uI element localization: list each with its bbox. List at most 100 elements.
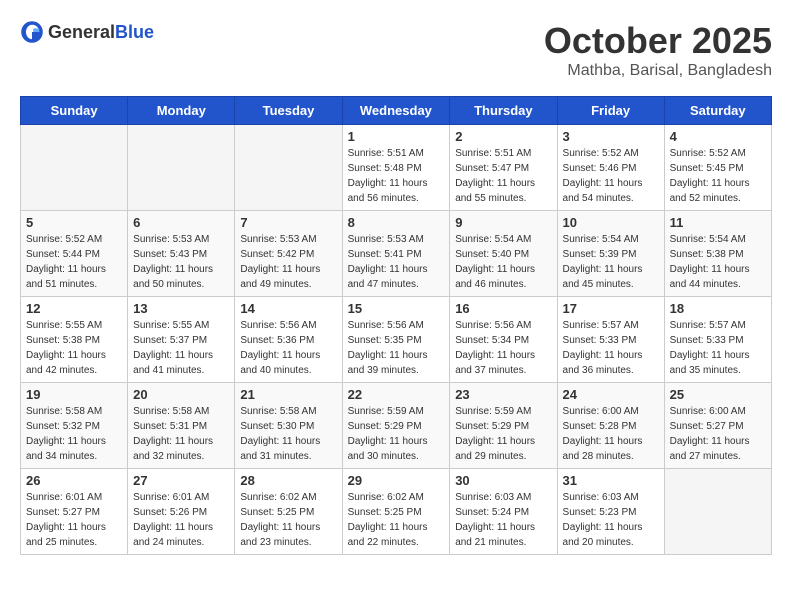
day-info: Sunrise: 5:58 AM Sunset: 5:30 PM Dayligh… [240, 404, 336, 464]
logo-icon [20, 20, 44, 44]
day-number: 7 [240, 215, 336, 230]
calendar-cell: 27 Sunrise: 6:01 AM Sunset: 5:26 PM Dayli… [128, 469, 235, 555]
day-number: 18 [670, 301, 766, 316]
calendar-cell: 5 Sunrise: 5:52 AM Sunset: 5:44 PM Daylig… [21, 211, 128, 297]
day-number: 19 [26, 387, 122, 402]
calendar-week-row: 1Sunrise: 5:51 AM Sunset: 5:48 PM Daylig… [21, 125, 772, 211]
day-info: Sunrise: 5:53 AM Sunset: 5:43 PM Dayligh… [133, 232, 229, 292]
calendar-cell: 20 Sunrise: 5:58 AM Sunset: 5:31 PM Dayli… [128, 383, 235, 469]
calendar-day-header: Tuesday [235, 97, 342, 125]
calendar-cell: 26 Sunrise: 6:01 AM Sunset: 5:27 PM Dayli… [21, 469, 128, 555]
calendar-table: SundayMondayTuesdayWednesdayThursdayFrid… [20, 96, 772, 555]
day-number: 28 [240, 473, 336, 488]
day-number: 3 [563, 129, 659, 144]
calendar-cell: 23 Sunrise: 5:59 AM Sunset: 5:29 PM Dayli… [450, 383, 557, 469]
day-info: Sunrise: 5:53 AM Sunset: 5:42 PM Dayligh… [240, 232, 336, 292]
calendar-cell: 19 Sunrise: 5:58 AM Sunset: 5:32 PM Dayli… [21, 383, 128, 469]
day-number: 22 [348, 387, 445, 402]
day-number: 26 [26, 473, 122, 488]
calendar-header-row: SundayMondayTuesdayWednesdayThursdayFrid… [21, 97, 772, 125]
day-info: Sunrise: 5:52 AM Sunset: 5:44 PM Dayligh… [26, 232, 122, 292]
location-subtitle: Mathba, Barisal, Bangladesh [544, 62, 772, 80]
calendar-cell: 16Sunrise: 5:56 AM Sunset: 5:34 PM Dayli… [450, 297, 557, 383]
day-number: 11 [670, 215, 766, 230]
calendar-cell: 13 Sunrise: 5:55 AM Sunset: 5:37 PM Dayli… [128, 297, 235, 383]
calendar-day-header: Saturday [664, 97, 771, 125]
logo: GeneralBlue [20, 20, 154, 44]
day-info: Sunrise: 6:03 AM Sunset: 5:23 PM Dayligh… [563, 490, 659, 550]
day-number: 21 [240, 387, 336, 402]
calendar-cell: 30 Sunrise: 6:03 AM Sunset: 5:24 PM Dayli… [450, 469, 557, 555]
calendar-cell: 31Sunrise: 6:03 AM Sunset: 5:23 PM Dayli… [557, 469, 664, 555]
day-info: Sunrise: 6:00 AM Sunset: 5:27 PM Dayligh… [670, 404, 766, 464]
calendar-day-header: Thursday [450, 97, 557, 125]
day-number: 16 [455, 301, 551, 316]
calendar-cell [235, 125, 342, 211]
calendar-cell: 21 Sunrise: 5:58 AM Sunset: 5:30 PM Dayli… [235, 383, 342, 469]
day-info: Sunrise: 5:52 AM Sunset: 5:46 PM Dayligh… [563, 146, 659, 206]
day-info: Sunrise: 6:01 AM Sunset: 5:27 PM Dayligh… [26, 490, 122, 550]
day-info: Sunrise: 5:55 AM Sunset: 5:38 PM Dayligh… [26, 318, 122, 378]
day-info: Sunrise: 5:55 AM Sunset: 5:37 PM Dayligh… [133, 318, 229, 378]
day-info: Sunrise: 6:03 AM Sunset: 5:24 PM Dayligh… [455, 490, 551, 550]
calendar-cell [128, 125, 235, 211]
calendar-cell: 2Sunrise: 5:51 AM Sunset: 5:47 PM Daylig… [450, 125, 557, 211]
day-number: 4 [670, 129, 766, 144]
calendar-cell: 18 Sunrise: 5:57 AM Sunset: 5:33 PM Dayli… [664, 297, 771, 383]
day-number: 15 [348, 301, 445, 316]
day-number: 29 [348, 473, 445, 488]
day-info: Sunrise: 5:58 AM Sunset: 5:32 PM Dayligh… [26, 404, 122, 464]
day-info: Sunrise: 5:54 AM Sunset: 5:39 PM Dayligh… [563, 232, 659, 292]
day-number: 23 [455, 387, 551, 402]
calendar-week-row: 26 Sunrise: 6:01 AM Sunset: 5:27 PM Dayli… [21, 469, 772, 555]
day-info: Sunrise: 5:57 AM Sunset: 5:33 PM Dayligh… [563, 318, 659, 378]
day-info: Sunrise: 6:01 AM Sunset: 5:26 PM Dayligh… [133, 490, 229, 550]
calendar-week-row: 5 Sunrise: 5:52 AM Sunset: 5:44 PM Daylig… [21, 211, 772, 297]
day-number: 10 [563, 215, 659, 230]
day-info: Sunrise: 5:51 AM Sunset: 5:48 PM Dayligh… [348, 146, 445, 206]
day-number: 13 [133, 301, 229, 316]
day-number: 8 [348, 215, 445, 230]
calendar-day-header: Monday [128, 97, 235, 125]
day-number: 27 [133, 473, 229, 488]
day-number: 30 [455, 473, 551, 488]
title-area: October 2025 Mathba, Barisal, Bangladesh [544, 20, 772, 80]
day-number: 17 [563, 301, 659, 316]
calendar-cell: 12 Sunrise: 5:55 AM Sunset: 5:38 PM Dayli… [21, 297, 128, 383]
calendar-cell: 25 Sunrise: 6:00 AM Sunset: 5:27 PM Dayli… [664, 383, 771, 469]
calendar-cell: 11 Sunrise: 5:54 AM Sunset: 5:38 PM Dayli… [664, 211, 771, 297]
day-number: 5 [26, 215, 122, 230]
day-number: 9 [455, 215, 551, 230]
day-info: Sunrise: 5:56 AM Sunset: 5:36 PM Dayligh… [240, 318, 336, 378]
day-number: 20 [133, 387, 229, 402]
day-number: 6 [133, 215, 229, 230]
day-number: 14 [240, 301, 336, 316]
calendar-week-row: 12 Sunrise: 5:55 AM Sunset: 5:38 PM Dayli… [21, 297, 772, 383]
calendar-cell: 10 Sunrise: 5:54 AM Sunset: 5:39 PM Dayli… [557, 211, 664, 297]
calendar-cell: 7 Sunrise: 5:53 AM Sunset: 5:42 PM Daylig… [235, 211, 342, 297]
day-info: Sunrise: 5:54 AM Sunset: 5:40 PM Dayligh… [455, 232, 551, 292]
day-info: Sunrise: 5:54 AM Sunset: 5:38 PM Dayligh… [670, 232, 766, 292]
day-number: 12 [26, 301, 122, 316]
logo-text-blue: Blue [115, 22, 154, 42]
day-info: Sunrise: 5:53 AM Sunset: 5:41 PM Dayligh… [348, 232, 445, 292]
calendar-cell: 14 Sunrise: 5:56 AM Sunset: 5:36 PM Dayli… [235, 297, 342, 383]
day-info: Sunrise: 5:59 AM Sunset: 5:29 PM Dayligh… [348, 404, 445, 464]
day-number: 2 [455, 129, 551, 144]
calendar-cell: 9 Sunrise: 5:54 AM Sunset: 5:40 PM Daylig… [450, 211, 557, 297]
calendar-cell [664, 469, 771, 555]
day-info: Sunrise: 6:02 AM Sunset: 5:25 PM Dayligh… [240, 490, 336, 550]
month-year-title: October 2025 [544, 20, 772, 62]
calendar-cell: 4Sunrise: 5:52 AM Sunset: 5:45 PM Daylig… [664, 125, 771, 211]
day-info: Sunrise: 5:58 AM Sunset: 5:31 PM Dayligh… [133, 404, 229, 464]
calendar-cell: 17 Sunrise: 5:57 AM Sunset: 5:33 PM Dayli… [557, 297, 664, 383]
calendar-cell: 6 Sunrise: 5:53 AM Sunset: 5:43 PM Daylig… [128, 211, 235, 297]
day-number: 25 [670, 387, 766, 402]
day-number: 24 [563, 387, 659, 402]
logo-text-general: General [48, 22, 115, 42]
day-info: Sunrise: 5:57 AM Sunset: 5:33 PM Dayligh… [670, 318, 766, 378]
calendar-cell: 28 Sunrise: 6:02 AM Sunset: 5:25 PM Dayli… [235, 469, 342, 555]
calendar-day-header: Wednesday [342, 97, 450, 125]
calendar-cell: 15Sunrise: 5:56 AM Sunset: 5:35 PM Dayli… [342, 297, 450, 383]
day-info: Sunrise: 5:59 AM Sunset: 5:29 PM Dayligh… [455, 404, 551, 464]
